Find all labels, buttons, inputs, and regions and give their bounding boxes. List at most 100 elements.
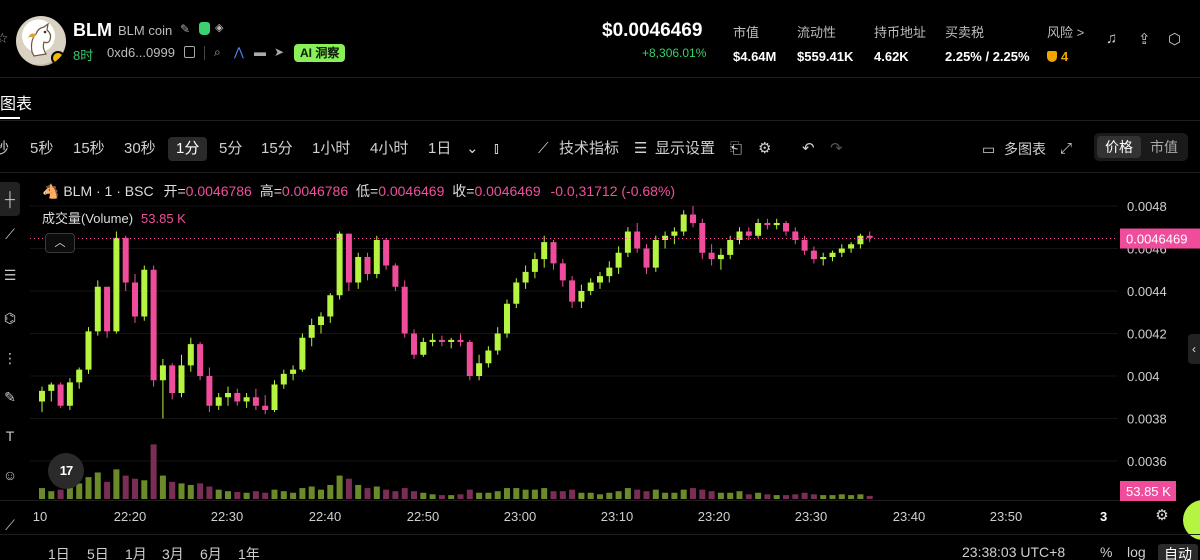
range-5d[interactable]: 5日: [87, 544, 109, 560]
multi-chart-icon[interactable]: ▭: [982, 137, 995, 161]
clock-readout[interactable]: 23:38:03 UTC+8: [962, 544, 1065, 560]
tradingview-logo[interactable]: 17: [48, 453, 84, 489]
interval-1h[interactable]: 1小时: [312, 137, 350, 161]
tab-underline: [0, 117, 20, 119]
interval-5s[interactable]: 5秒: [30, 137, 53, 161]
candle-body: [513, 282, 520, 304]
volume-bar: [857, 494, 864, 499]
volume-legend: 成交量(Volume) 53.85 K: [42, 208, 186, 227]
search-icon[interactable]: ⌕: [214, 45, 221, 59]
volume-bar: [485, 492, 492, 499]
shield-mask-icon[interactable]: ◈: [215, 22, 227, 34]
range-6m[interactable]: 6月: [200, 544, 222, 560]
volume-bar: [327, 484, 334, 499]
range-1d[interactable]: 1日: [48, 544, 70, 560]
price-mode-button[interactable]: 价格: [1097, 136, 1141, 158]
fullscreen-icon[interactable]: ⤢: [1060, 137, 1072, 161]
legend-open-label: 开=: [163, 183, 186, 199]
display-settings-button[interactable]: 显示设置: [655, 137, 715, 161]
volume-bar: [550, 491, 557, 499]
settings-hex-icon[interactable]: ⬡: [1168, 30, 1181, 48]
auto-scale-toggle[interactable]: 自动: [1158, 544, 1198, 560]
volume-bar: [727, 492, 734, 499]
redo-icon[interactable]: ↷: [830, 137, 843, 161]
display-settings-icon[interactable]: ☰: [634, 137, 647, 161]
interval-30s[interactable]: 30秒: [124, 137, 156, 161]
contract-address[interactable]: 0xd6...0999: [107, 45, 175, 60]
volume-bar: [690, 488, 696, 499]
stat-label: 流动性: [797, 25, 837, 40]
candle-body: [690, 214, 696, 223]
volume-bar: [578, 492, 585, 499]
volume-bar: [159, 475, 166, 499]
replay-icon[interactable]: ⎗: [730, 137, 742, 161]
interval-15m[interactable]: 15分: [261, 137, 293, 161]
legend-low: 0.0046469: [378, 183, 445, 199]
volume-bar: [392, 491, 399, 499]
candle-body: [708, 252, 715, 260]
range-1y[interactable]: 1年: [238, 544, 260, 560]
interval-15s[interactable]: 15秒: [73, 137, 105, 161]
multi-chart-button[interactable]: 多图表: [1004, 137, 1046, 161]
volume-bar: [717, 492, 724, 499]
risk-indicator[interactable]: 风险 > 4: [1047, 22, 1084, 64]
candle-body: [597, 276, 603, 283]
candle-body: [438, 339, 445, 342]
candle-body: [736, 231, 743, 240]
expand-panel-chevron-icon[interactable]: ‹: [1188, 334, 1200, 364]
volume-bar: [420, 492, 427, 499]
interval-1d[interactable]: 1日: [428, 137, 451, 161]
volume-bar: [234, 491, 241, 499]
volume-bar: [299, 488, 306, 499]
user-icon[interactable]: ⋀: [234, 45, 244, 59]
interval-5m[interactable]: 5分: [219, 137, 242, 161]
candle-body: [215, 397, 222, 406]
candle-type-icon[interactable]: ⫾: [494, 137, 499, 161]
undo-icon[interactable]: ↶: [802, 137, 815, 161]
volume-bar: [85, 477, 92, 499]
volume-bar: [522, 489, 529, 499]
percent-toggle[interactable]: %: [1100, 544, 1112, 560]
volume-bar: [810, 494, 817, 499]
candle-body: [838, 248, 845, 253]
candle-body: [652, 240, 659, 268]
indicators-button[interactable]: 技术指标: [559, 137, 619, 161]
share-icon[interactable]: ⇪: [1138, 30, 1151, 48]
indicators-icon[interactable]: ⟋: [538, 137, 549, 161]
candle-body: [290, 369, 297, 374]
collapse-legend-button[interactable]: ︿: [45, 233, 75, 253]
alert-bell-icon[interactable]: ♫: [1106, 30, 1117, 47]
interval-4h[interactable]: 4小时: [370, 137, 408, 161]
range-3m[interactable]: 3月: [162, 544, 184, 560]
log-toggle[interactable]: log: [1127, 544, 1146, 560]
candle-body: [792, 231, 799, 240]
volume-bar: [438, 495, 445, 499]
volume-label: 成交量(Volume): [42, 211, 134, 226]
chevron-down-icon[interactable]: ⌄: [466, 137, 479, 161]
candle-body: [318, 316, 324, 325]
tab-chart[interactable]: 图表: [0, 90, 32, 114]
ai-insight-badge[interactable]: AI 洞察: [294, 44, 346, 62]
chart-settings-gear-icon[interactable]: ⚙: [1152, 506, 1172, 526]
risk-shield-icon: [1047, 51, 1057, 62]
interval-1m[interactable]: 1分: [168, 137, 208, 161]
candle-body: [624, 231, 631, 253]
interval-1s[interactable]: 秒: [0, 137, 9, 161]
range-1m[interactable]: 1月: [125, 544, 147, 560]
candlestick-chart[interactable]: 0.00480.00460.00440.00420.0040.00380.003…: [0, 173, 1200, 533]
mcap-mode-button[interactable]: 市值: [1142, 136, 1186, 158]
edit-icon[interactable]: ✎: [180, 23, 192, 35]
volume-bar: [448, 495, 455, 499]
candle-body: [578, 291, 585, 302]
website-icon[interactable]: ▬: [254, 45, 266, 59]
volume-bar: [104, 481, 111, 499]
money-bag-icon[interactable]: [199, 22, 210, 35]
volume-bar: [225, 491, 231, 499]
y-tick-label: 0.0036: [1127, 454, 1167, 469]
candle-body: [308, 325, 315, 338]
favorite-star-icon[interactable]: ☆: [0, 30, 9, 47]
telegram-icon[interactable]: ➤: [274, 45, 284, 59]
copy-icon[interactable]: [184, 46, 195, 58]
gear-icon[interactable]: ⚙: [758, 137, 771, 161]
volume-bar: [764, 494, 771, 499]
